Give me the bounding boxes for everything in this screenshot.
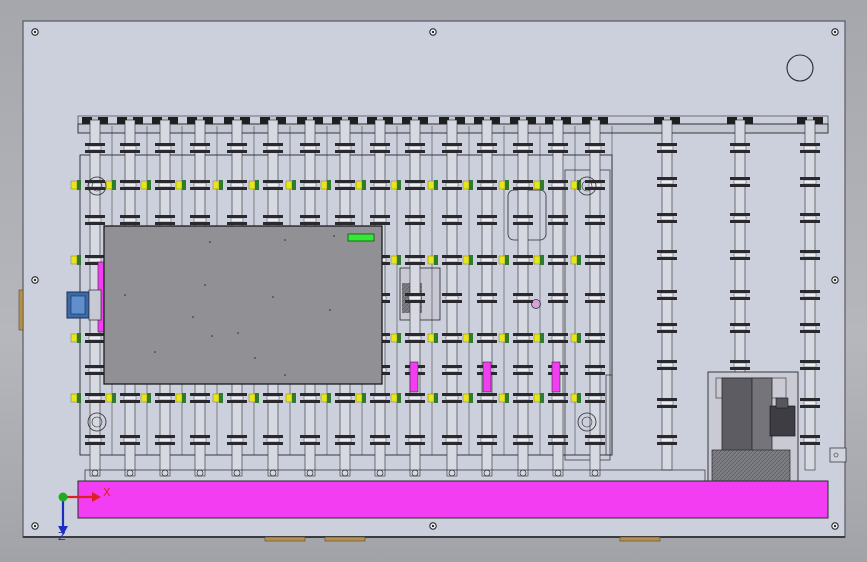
panel-dot <box>204 284 206 286</box>
bottom-edge-tab <box>619 536 661 542</box>
panel-dot <box>237 332 239 334</box>
mount-hole <box>831 522 839 530</box>
display-indicator <box>347 233 375 242</box>
axis-x-label: X <box>103 486 111 499</box>
bottom-edge-tab <box>264 536 306 542</box>
display-panel[interactable] <box>103 225 383 385</box>
panel-dot <box>284 374 286 376</box>
panel-dot <box>284 239 286 241</box>
magenta-rail[interactable] <box>77 480 829 519</box>
mount-hole <box>31 276 39 284</box>
mount-hole <box>831 28 839 36</box>
panel-dot <box>192 316 194 318</box>
mount-hole <box>429 28 437 36</box>
axis-z-label: Z <box>58 530 66 543</box>
panel-dot <box>124 294 126 296</box>
mount-hole <box>429 522 437 530</box>
magenta-guide <box>551 361 561 393</box>
panel-dot <box>272 296 274 298</box>
panel-dot <box>333 235 335 237</box>
mount-hole <box>31 522 39 530</box>
panel-dot <box>209 241 211 243</box>
magenta-guide <box>409 361 419 393</box>
panel-dot <box>329 309 331 311</box>
cad-viewport[interactable]: X Z <box>0 0 867 562</box>
side-connector[interactable] <box>66 289 102 321</box>
panel-dot <box>154 351 156 353</box>
bottom-edge-tab <box>324 536 366 542</box>
left-edge-tab <box>18 289 24 331</box>
mount-hole <box>31 28 39 36</box>
assembly-drawing[interactable] <box>0 0 867 562</box>
panel-dot <box>211 335 213 337</box>
magenta-guide <box>482 361 492 393</box>
panel-dot <box>254 357 256 359</box>
mount-hole <box>831 276 839 284</box>
